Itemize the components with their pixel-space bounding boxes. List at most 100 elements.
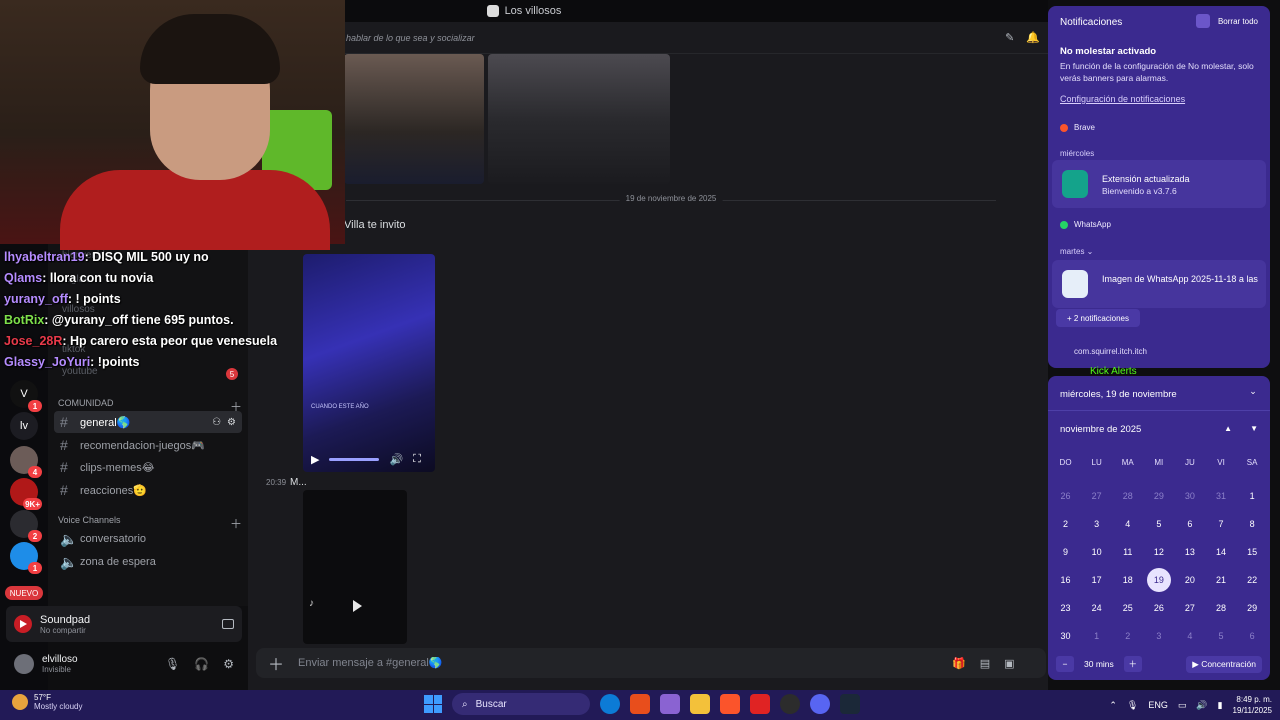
sticker-icon[interactable]: ▣ [1004, 657, 1014, 670]
calendar-day[interactable]: 29 [1143, 482, 1174, 510]
calendar-day[interactable]: 13 [1174, 538, 1205, 566]
calendar-day-today[interactable]: 19 [1143, 566, 1174, 594]
previous-month-icon[interactable]: ▲ [1224, 424, 1232, 433]
add-attachment-icon[interactable]: ＋ [268, 651, 284, 675]
soundpad-activity[interactable]: Soundpad No compartir [6, 606, 242, 642]
chevron-down-icon[interactable]: ⌄ [1246, 386, 1260, 400]
channel-recomendacion-juegos[interactable]: # recomendacion-juegos🎮 [54, 434, 242, 456]
taskbar-search[interactable]: ⌕ Buscar [452, 693, 590, 715]
tiktok-video-embed[interactable]: ♪ [303, 490, 407, 644]
brave-icon[interactable] [720, 694, 740, 714]
calendar-day[interactable]: 8 [1237, 510, 1268, 538]
calendar-day[interactable]: 18 [1112, 566, 1143, 594]
notification-settings-link[interactable]: Configuración de notificaciones [1060, 94, 1185, 104]
app-group-brave[interactable]: Brave [1060, 123, 1095, 132]
volume-icon[interactable]: 🔊 [1196, 700, 1207, 711]
notification-card[interactable]: Imagen de WhatsApp 2025-11-18 a las [1052, 260, 1266, 308]
calendar-day[interactable]: 6 [1237, 622, 1268, 650]
weather-widget[interactable]: 57°F Mostly cloudy [12, 693, 82, 711]
calendar-day[interactable]: 10 [1081, 538, 1112, 566]
channel-clips-memes[interactable]: # clips-memes😂 [54, 456, 242, 478]
obs-icon[interactable] [780, 694, 800, 714]
calendar-day[interactable]: 3 [1143, 622, 1174, 650]
calendar-day[interactable]: 17 [1081, 566, 1112, 594]
more-notifications-button[interactable]: + 2 notificaciones [1056, 309, 1140, 327]
windows-start-icon[interactable] [424, 695, 442, 713]
channel-general[interactable]: # general🌎 ⚇ ⚙ [54, 411, 242, 433]
video-thumbnail-2[interactable] [488, 54, 670, 184]
calendar-day[interactable]: 24 [1081, 594, 1112, 622]
voice-channel-zona-de-espera[interactable]: 🔈 zona de espera [54, 551, 242, 573]
screen-share-icon[interactable] [222, 619, 234, 629]
bell-icon[interactable]: 🔔 [1026, 31, 1040, 44]
notification-card[interactable]: Extensión actualizada Bienvenido a v3.7.… [1052, 160, 1266, 208]
message-input[interactable] [298, 657, 939, 669]
discord-icon[interactable] [810, 694, 830, 714]
calendar-day[interactable]: 15 [1237, 538, 1268, 566]
calendar-day[interactable]: 28 [1205, 594, 1236, 622]
gif-icon[interactable]: ▤ [980, 657, 990, 670]
calendar-month-label[interactable]: noviembre de 2025 [1060, 424, 1141, 435]
microphone-icon[interactable]: 🎙 [1127, 700, 1138, 711]
decrease-time-button[interactable]: − [1056, 656, 1074, 672]
calendar-day[interactable]: 27 [1174, 594, 1205, 622]
file-explorer-icon[interactable] [690, 694, 710, 714]
language-indicator[interactable]: ENG [1148, 700, 1168, 710]
tray-overflow-icon[interactable]: ⌃ [1109, 700, 1117, 711]
app-group-whatsapp[interactable]: WhatsApp [1060, 220, 1111, 229]
calendar-day[interactable]: 27 [1081, 482, 1112, 510]
calendar-day[interactable]: 14 [1205, 538, 1236, 566]
red-server-icon[interactable]: 9K+ [10, 478, 42, 510]
fullscreen-icon[interactable]: ⛶ [413, 453, 421, 466]
calendar-day[interactable]: 2 [1112, 622, 1143, 650]
copilot-icon[interactable] [660, 694, 680, 714]
calendar-day[interactable]: 22 [1237, 566, 1268, 594]
channel-reacciones[interactable]: # reacciones🫡 [54, 479, 242, 501]
calendar-day[interactable]: 20 [1174, 566, 1205, 594]
calendar-day[interactable]: 30 [1050, 622, 1081, 650]
clock[interactable]: 8:49 p. m. 19/11/2025 [1233, 694, 1272, 716]
v-server-icon[interactable]: V 1 [10, 380, 42, 412]
lv-server-icon[interactable]: lv [10, 412, 38, 440]
calendar-day[interactable]: 4 [1112, 510, 1143, 538]
calendar-day[interactable]: 7 [1205, 510, 1236, 538]
calendar-day[interactable]: 1 [1237, 482, 1268, 510]
volume-icon[interactable]: 🔊 [389, 453, 403, 466]
threads-icon[interactable]: ✎ [1005, 31, 1014, 44]
calendar-day[interactable]: 26 [1050, 482, 1081, 510]
calendar-day[interactable]: 9 [1050, 538, 1081, 566]
calendar-day[interactable]: 30 [1174, 482, 1205, 510]
youtube-icon[interactable] [750, 694, 770, 714]
calendar-day[interactable]: 5 [1205, 622, 1236, 650]
edge-icon[interactable] [600, 694, 620, 714]
network-icon[interactable]: ▭ [1178, 700, 1187, 711]
steam-icon[interactable] [840, 694, 860, 714]
clear-all-button[interactable]: Borrar todo [1195, 14, 1258, 28]
increase-time-button[interactable]: ＋ [1123, 656, 1142, 672]
calendar-day[interactable]: 31 [1205, 482, 1236, 510]
video-thumbnail-1[interactable] [344, 54, 484, 184]
next-month-icon[interactable]: ▼ [1250, 424, 1258, 433]
camera-server-icon[interactable]: 2 [10, 510, 42, 542]
calendar-day[interactable]: 1 [1081, 622, 1112, 650]
gear-icon[interactable]: ⚙ [227, 417, 236, 428]
video-progress-bar[interactable] [329, 457, 380, 461]
battery-icon[interactable]: ▮ [1218, 700, 1223, 711]
app-group-squirrel[interactable]: com.squirrel.itch.itch [1074, 347, 1147, 356]
calendar-day[interactable]: 12 [1143, 538, 1174, 566]
calendar-day[interactable]: 3 [1081, 510, 1112, 538]
avatar[interactable] [14, 654, 34, 674]
gear-icon[interactable]: ⚙ [223, 657, 234, 671]
start-focus-button[interactable]: ▶ Concentración [1186, 655, 1262, 673]
voice-channel-conversatorio[interactable]: 🔈 conversatorio [54, 528, 242, 550]
calendar-day[interactable]: 16 [1050, 566, 1081, 594]
calendar-day[interactable]: 4 [1174, 622, 1205, 650]
calendar-day[interactable]: 11 [1112, 538, 1143, 566]
avatar-server-icon[interactable]: 4 [10, 446, 42, 478]
store-icon[interactable] [630, 694, 650, 714]
calendar-day[interactable]: 29 [1237, 594, 1268, 622]
microphone-icon[interactable]: 🎙 [165, 657, 180, 671]
calendar-day[interactable]: 28 [1112, 482, 1143, 510]
message-author[interactable]: M... [290, 477, 307, 488]
play-icon[interactable]: ▶ [311, 453, 319, 466]
